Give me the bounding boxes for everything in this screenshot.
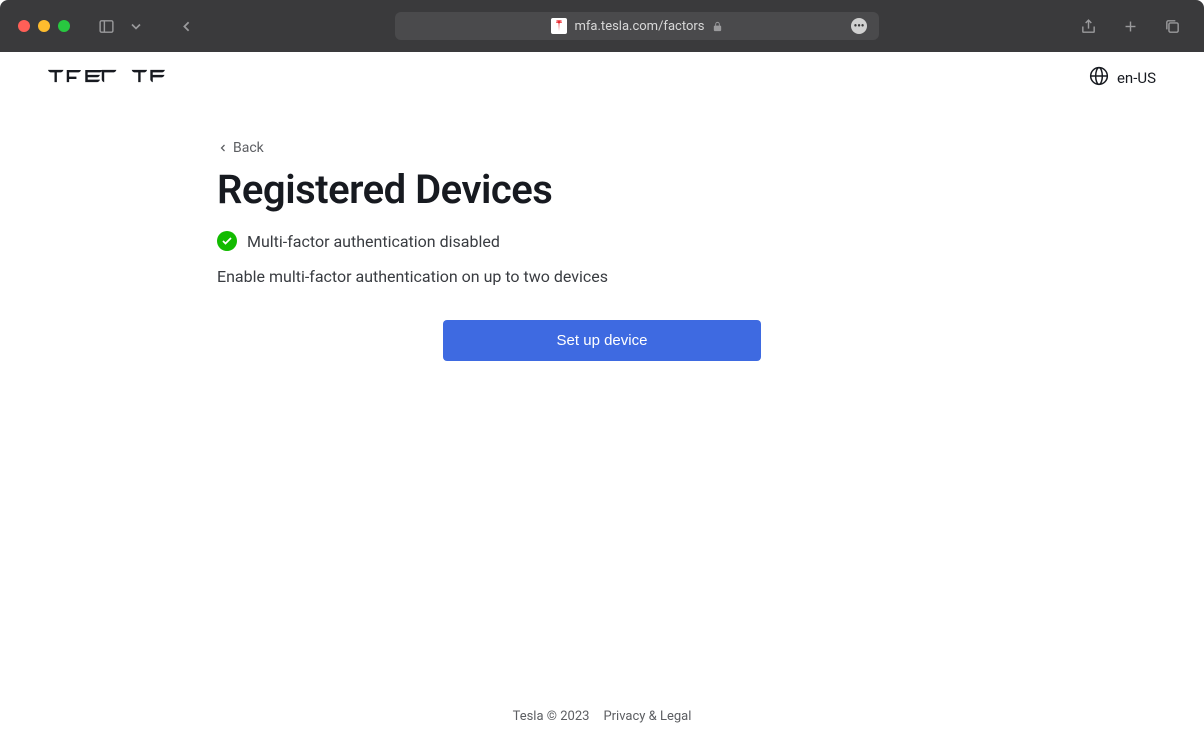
sidebar-toggle-icon[interactable] xyxy=(92,12,120,40)
status-row: Multi-factor authentication disabled xyxy=(217,231,767,251)
page-body: en-US Back Registered Devices Multi-fact… xyxy=(0,52,1204,738)
main-content: Back Registered Devices Multi-factor aut… xyxy=(0,104,1204,709)
address-bar[interactable]: mfa.tesla.com/factors ••• xyxy=(395,12,879,40)
url-text: mfa.tesla.com/factors xyxy=(575,19,705,34)
footer: Tesla © 2023 Privacy & Legal xyxy=(0,709,1204,738)
maximize-window-button[interactable] xyxy=(58,20,70,32)
description-text: Enable multi-factor authentication on up… xyxy=(217,267,767,286)
chevron-left-icon xyxy=(217,142,229,154)
traffic-lights xyxy=(18,20,70,32)
new-tab-icon[interactable] xyxy=(1116,12,1144,40)
checkmark-icon xyxy=(217,231,237,251)
chevron-down-icon[interactable] xyxy=(128,12,144,40)
browser-chrome: mfa.tesla.com/factors ••• xyxy=(0,0,1204,52)
status-text: Multi-factor authentication disabled xyxy=(247,232,500,251)
tesla-logo[interactable] xyxy=(48,69,168,87)
copyright-text[interactable]: Tesla © 2023 xyxy=(513,709,590,724)
privacy-legal-link[interactable]: Privacy & Legal xyxy=(603,709,691,724)
minimize-window-button[interactable] xyxy=(38,20,50,32)
back-link[interactable]: Back xyxy=(217,140,767,156)
close-window-button[interactable] xyxy=(18,20,30,32)
setup-device-button[interactable]: Set up device xyxy=(443,320,761,361)
site-header: en-US xyxy=(0,52,1204,104)
more-options-icon[interactable]: ••• xyxy=(851,18,867,34)
locale-selector[interactable]: en-US xyxy=(1089,66,1156,90)
lock-icon xyxy=(712,17,723,36)
globe-icon xyxy=(1089,66,1109,90)
back-label: Back xyxy=(233,140,264,156)
tabs-overview-icon[interactable] xyxy=(1158,12,1186,40)
tesla-favicon xyxy=(551,18,567,34)
back-nav-icon[interactable] xyxy=(172,12,200,40)
page-title: Registered Devices xyxy=(217,166,767,213)
locale-label: en-US xyxy=(1117,69,1156,87)
share-icon[interactable] xyxy=(1074,12,1102,40)
